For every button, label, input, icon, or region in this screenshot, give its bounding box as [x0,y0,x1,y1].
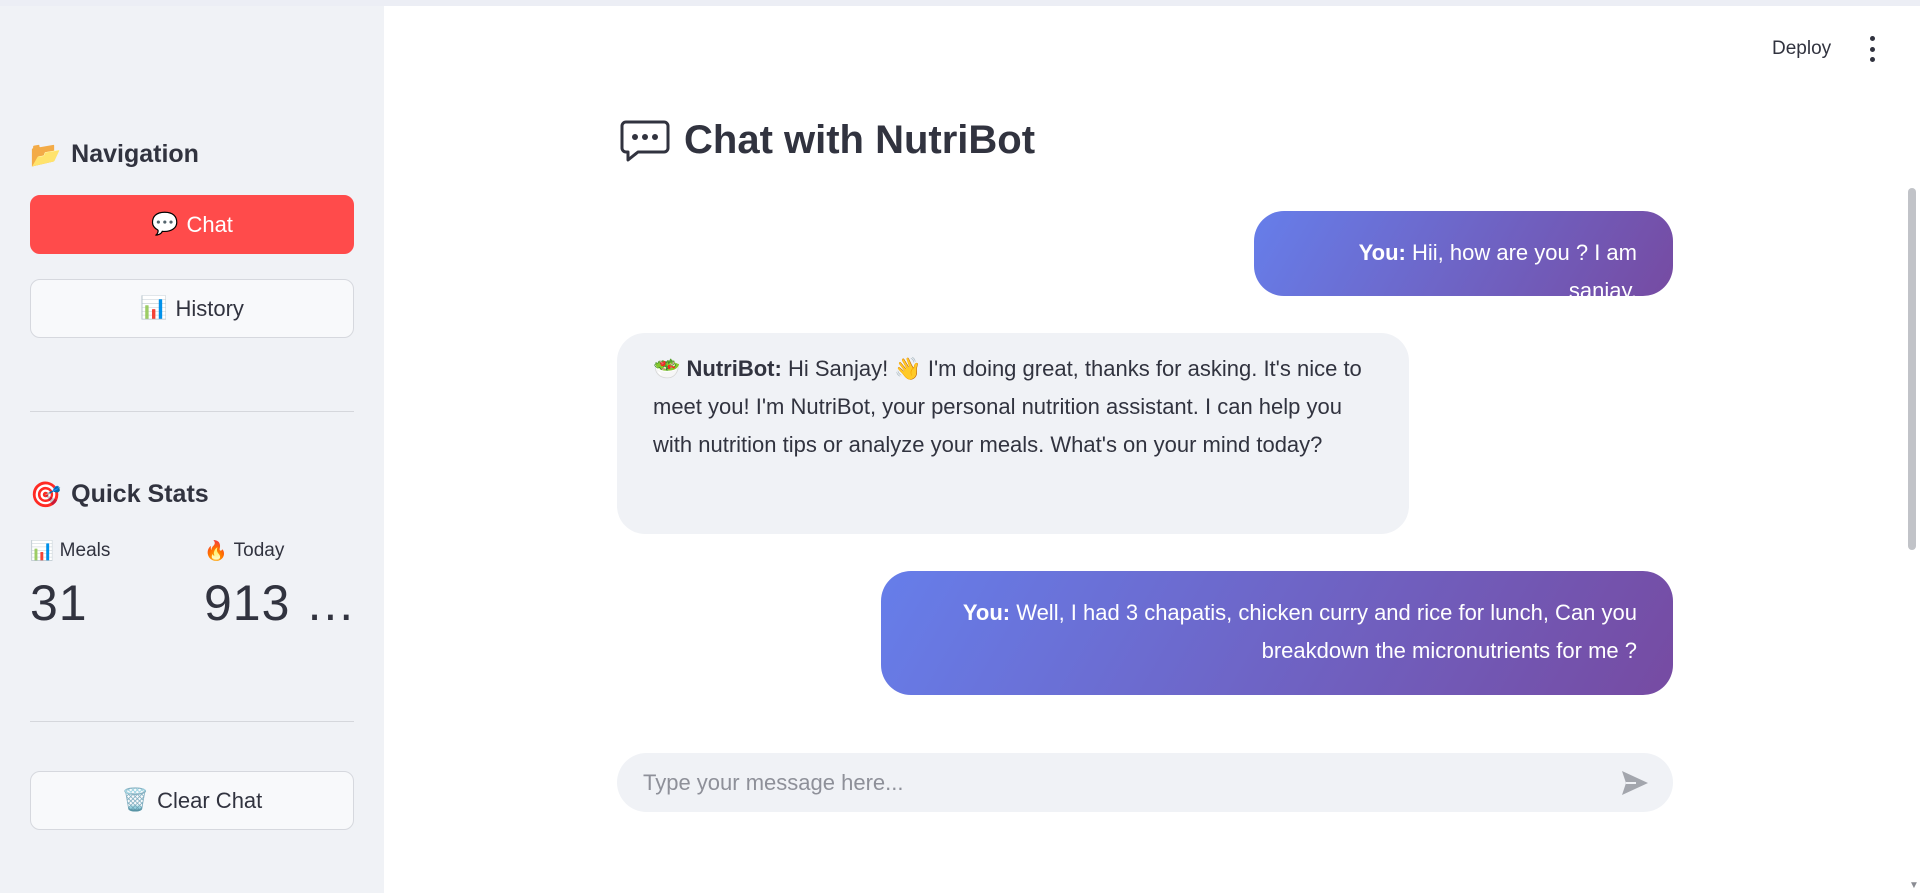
meals-metric-label: Meals [59,540,111,561]
history-nav-label: History [175,295,244,321]
deploy-button[interactable]: Deploy [1772,38,1831,60]
meals-metric-value: 31 [30,575,88,631]
quick-stats-title: Quick Stats [71,480,209,508]
user-message: You: Hii, how are you ? I am sanjay. [1254,211,1673,303]
kebab-menu-icon[interactable] [1862,36,1882,62]
today-metric: 🔥 Today 913 … [204,540,356,632]
target-icon: 🎯 [30,480,62,509]
salad-icon: 🥗 [653,357,681,382]
sidebar-divider [30,721,354,722]
folder-icon: 📂 [30,140,62,169]
trash-icon: 🗑️ [121,787,150,813]
today-metric-value: 913 … [204,575,357,631]
message-input[interactable] [641,768,1619,797]
history-nav-button[interactable]: 📊 History [30,279,354,338]
page-title: Chat with NutriBot [620,118,1035,163]
sender-label: You: [1358,240,1406,265]
sidebar: 📂 Navigation 💬 Chat 📊 History 🎯 Quick St… [0,6,384,893]
chat-nav-label: Chat [186,211,233,237]
meals-metric: 📊 Meals 31 [30,540,110,632]
scrollbar-thumb[interactable] [1908,188,1916,550]
quick-stats-heading: 🎯 Quick Stats [30,480,209,509]
clear-chat-button[interactable]: 🗑️ Clear Chat [30,771,354,830]
scroll-down-arrow-icon[interactable]: ▼ [1909,880,1919,891]
page-title-text: Chat with NutriBot [684,118,1036,162]
user-message: You: Well, I had 3 chapatis, chicken cur… [881,571,1673,695]
fire-icon: 🔥 [204,539,228,562]
send-icon[interactable] [1619,767,1651,799]
sidebar-divider [30,411,354,412]
speech-bubble-icon: 💬 [151,211,179,237]
bar-chart-icon: 📊 [140,295,168,321]
today-metric-label: Today [233,540,285,561]
sender-label: NutriBot: [686,356,782,381]
bot-message: 🥗 NutriBot: Hi Sanjay! 👋 I'm doing great… [617,333,1409,534]
chat-nav-button[interactable]: 💬 Chat [30,195,354,254]
sender-label: You: [962,600,1011,625]
navigation-heading: 📂 Navigation [30,140,199,169]
message-text: Well, I had 3 chapatis, chicken curry an… [1010,600,1637,663]
clear-chat-label: Clear Chat [157,787,263,813]
speech-bubble-icon [620,120,670,161]
bar-chart-icon: 📊 [30,539,54,562]
message-text: Hii, how are you ? I am sanjay. [1405,240,1637,303]
chat-input-bar [617,753,1673,812]
navigation-title: Navigation [71,140,199,168]
